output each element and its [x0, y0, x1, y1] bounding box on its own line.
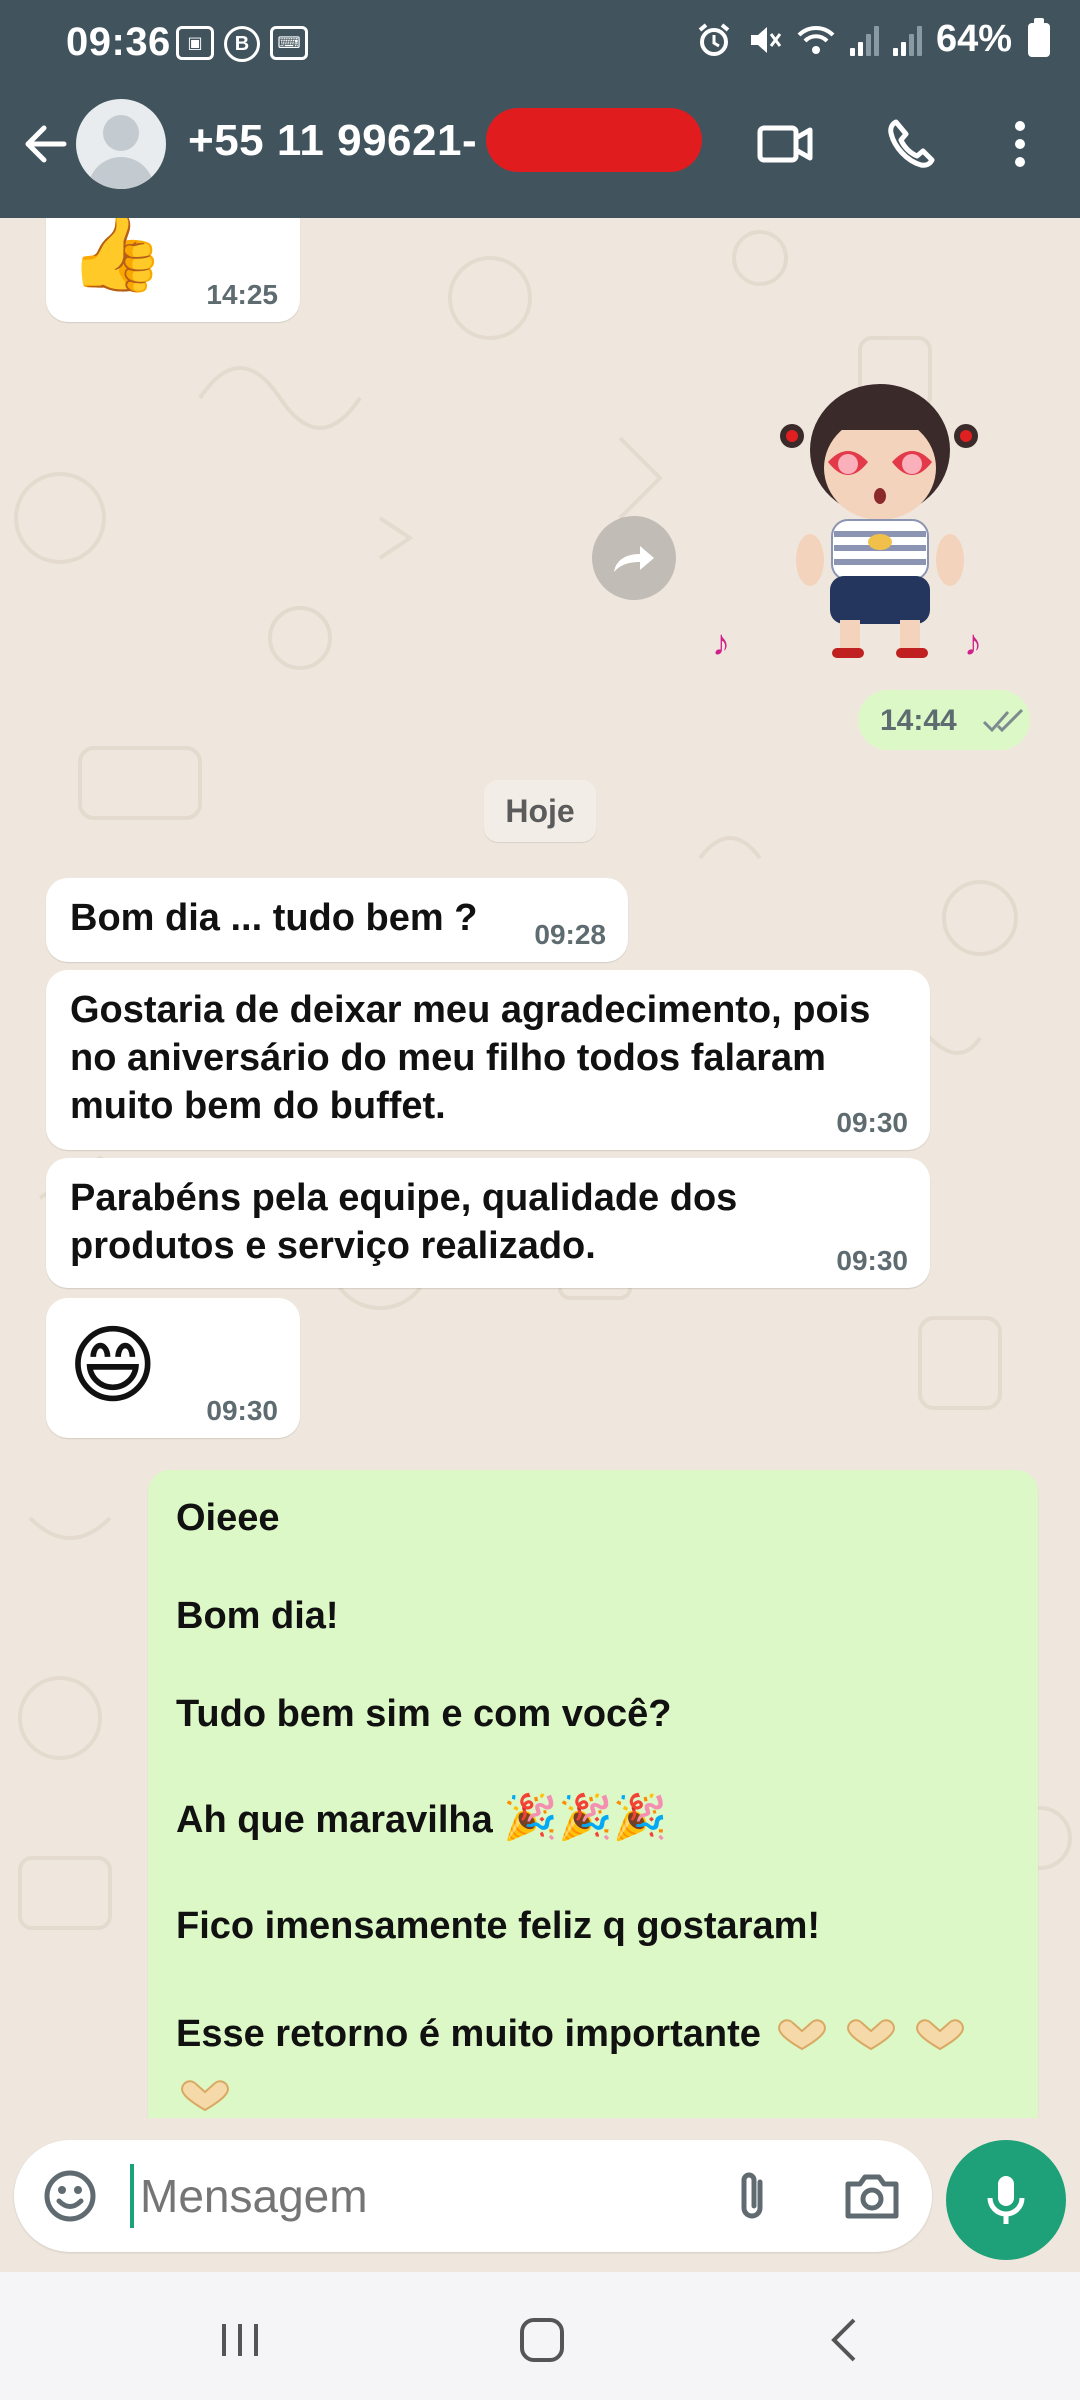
status-left-icons: ▣ B ⌨	[176, 26, 308, 62]
emoji-icon[interactable]	[42, 2168, 98, 2224]
chat-header: +55 11 99621-	[0, 88, 1080, 218]
wifi-icon	[797, 25, 835, 54]
music-note-icon: ♪	[964, 622, 982, 663]
signal-icon	[892, 24, 922, 56]
battery-icon	[1028, 17, 1050, 57]
message-time: 14:44	[880, 704, 957, 737]
message-line: Bom dia!	[176, 1595, 339, 1637]
chat-area[interactable]: 👍 14:25 ♪ ♪ 14:44 Hoje Bom dia ... tudo …	[0, 218, 1080, 2118]
message-line-text: Esse retorno é muito importante	[176, 2013, 761, 2055]
double-check-icon	[982, 708, 1024, 733]
girl-sticker[interactable]	[770, 370, 990, 670]
message-line: Oieee	[176, 1497, 280, 1539]
camera-icon[interactable]	[842, 2168, 902, 2224]
incoming-message[interactable]: Gostaria de deixar meu agradecimento, po…	[46, 970, 930, 1150]
attach-icon[interactable]	[722, 2166, 782, 2226]
party-popper-icon: 🎉🎉🎉	[503, 1793, 668, 1842]
message-line: Ah que maravilha 🎉🎉🎉	[176, 1794, 668, 1844]
message-line: Tudo bem sim e com você?	[176, 1693, 672, 1735]
heart-hands-icon	[778, 2019, 827, 2051]
forward-button[interactable]	[592, 516, 676, 600]
message-thumbs-up[interactable]: 👍 14:25	[46, 218, 300, 322]
incoming-emoji-message[interactable]: 😄 09:30	[46, 1298, 300, 1438]
message-line: muito bem do buffet.	[70, 1085, 446, 1127]
date-divider: Hoje	[484, 780, 596, 842]
voice-message-button[interactable]	[946, 2140, 1066, 2260]
grinning-face-icon: 😄	[68, 1318, 158, 1414]
sticker-timestamp: 14:44	[858, 690, 1030, 750]
video-call-icon[interactable]	[756, 116, 816, 172]
recent-apps-icon[interactable]	[210, 2310, 270, 2370]
incoming-message[interactable]: Bom dia ... tudo bem ? 09:28	[46, 878, 628, 962]
message-line: Parabéns pela equipe, qualidade dos	[70, 1177, 738, 1219]
message-time: 09:28	[534, 919, 606, 950]
signal-icon	[849, 24, 879, 56]
keyboard-icon: ⌨	[270, 26, 308, 60]
home-icon[interactable]	[512, 2310, 572, 2370]
message-line: no aniversário do meu filho todos falara…	[70, 1037, 826, 1079]
back-arrow-icon[interactable]	[20, 118, 72, 170]
b-badge-icon: B	[224, 26, 260, 62]
message-input[interactable]	[130, 2164, 690, 2228]
message-field[interactable]	[14, 2140, 932, 2252]
message-text: Bom dia ... tudo bem ?	[70, 897, 478, 939]
message-line: Fico imensamente feliz q gostaram!	[176, 1905, 821, 1947]
outgoing-message[interactable]: Oieee Bom dia! Tudo bem sim e com você? …	[148, 1470, 1038, 2118]
status-right-icons: 64%	[696, 17, 1050, 61]
back-nav-icon[interactable]	[816, 2310, 876, 2370]
message-time: 09:30	[836, 1245, 908, 1276]
more-vert-icon[interactable]	[1000, 116, 1040, 172]
message-line: Esse retorno é muito importante	[176, 2010, 967, 2058]
heart-hands-icon	[180, 2080, 230, 2112]
thumbs-up-icon: 👍	[68, 218, 166, 295]
forward-icon	[614, 546, 654, 572]
redaction-mark	[486, 108, 702, 172]
message-text: Parabéns pela equipe, qualidade dos prod…	[70, 1174, 930, 1270]
avatar[interactable]	[76, 99, 166, 189]
message-time: 14:25	[206, 279, 278, 310]
phone-icon[interactable]	[884, 116, 944, 172]
message-time: 09:30	[206, 1395, 278, 1426]
status-bar: 09:36 ▣ B ⌨ 64%	[0, 0, 1080, 88]
alarm-icon	[698, 22, 730, 56]
message-time: 09:30	[836, 1107, 908, 1138]
contact-name[interactable]: +55 11 99621-	[188, 116, 477, 166]
music-note-icon: ♪	[712, 622, 730, 663]
message-text: Gostaria de deixar meu agradecimento, po…	[70, 986, 950, 1130]
microphone-icon	[987, 2176, 1025, 2224]
message-line-text: Ah que maravilha	[176, 1799, 493, 1841]
incoming-message[interactable]: Parabéns pela equipe, qualidade dos prod…	[46, 1158, 930, 1288]
system-navigation-bar	[0, 2272, 1080, 2400]
status-time: 09:36	[66, 20, 171, 64]
compose-bar	[0, 2120, 1080, 2270]
top-app-bar: 09:36 ▣ B ⌨ 64% +55 11 99621-	[0, 0, 1080, 218]
battery-percent: 64%	[935, 18, 1012, 60]
message-line: produtos e serviço realizado.	[70, 1225, 596, 1267]
message-line: Gostaria de deixar meu agradecimento, po…	[70, 989, 871, 1031]
mute-icon	[750, 26, 782, 53]
heart-hands-icon	[847, 2019, 896, 2051]
picture-icon: ▣	[176, 26, 214, 60]
heart-hands-icon	[915, 2019, 964, 2051]
